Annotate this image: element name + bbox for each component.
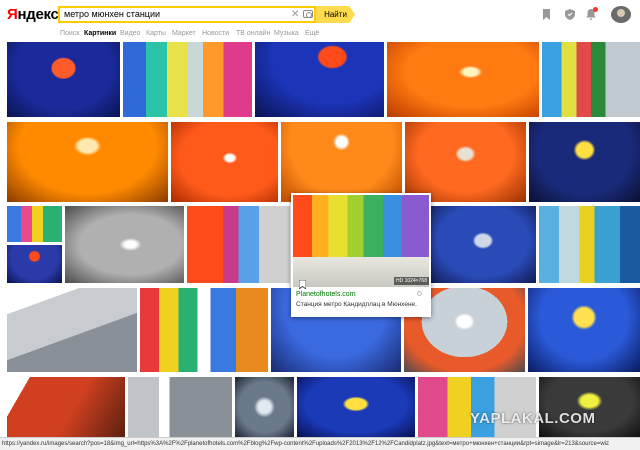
image-result[interactable] [297, 377, 415, 437]
image-result[interactable] [539, 206, 640, 283]
image-result[interactable] [387, 42, 539, 117]
clear-icon[interactable]: ✕ [291, 8, 299, 21]
tab-maps[interactable]: Карты [146, 29, 166, 39]
image-result[interactable] [7, 377, 125, 437]
status-url: https://yandex.ru/images/search?pos=18&i… [2, 441, 609, 447]
preview-image[interactable] [293, 195, 429, 287]
camera-search-icon[interactable] [303, 10, 313, 18]
search-button[interactable]: Найти [316, 6, 355, 23]
image-result[interactable] [7, 42, 120, 117]
image-result[interactable] [128, 377, 232, 437]
image-result[interactable] [529, 122, 640, 202]
shield-icon[interactable] [565, 9, 575, 20]
image-result[interactable] [255, 42, 384, 117]
image-result[interactable] [187, 206, 290, 283]
image-result[interactable] [430, 206, 536, 283]
image-result[interactable] [418, 377, 536, 437]
notification-dot [593, 7, 598, 12]
image-result[interactable] [281, 122, 402, 202]
yandex-logo[interactable]: Яндекс [7, 6, 59, 23]
image-result[interactable] [171, 122, 278, 202]
preview-bookmark-icon[interactable] [298, 276, 307, 290]
image-result[interactable] [7, 206, 62, 242]
preview-caption: Станция метро Кандидплац в Мюнхене. [296, 301, 417, 308]
tab-video[interactable]: Видео [120, 29, 140, 39]
watermark-logo: YAPLAKAL.COM [470, 410, 596, 427]
tab-music[interactable]: Музыка [274, 29, 299, 39]
yandex-images-page: Яндекс ✕ Найти Поиск Картинки Видео Карт… [0, 0, 640, 450]
tab-images[interactable]: Картинки [84, 29, 116, 39]
more-icon[interactable] [417, 291, 422, 296]
image-result[interactable] [7, 245, 62, 283]
image-result[interactable] [405, 122, 526, 202]
image-result[interactable] [539, 377, 640, 437]
preview-source-link[interactable]: Planetofhotels.com [296, 290, 356, 299]
tab-tv-online[interactable]: ТВ онлайн [236, 29, 270, 39]
image-result[interactable] [235, 377, 294, 437]
image-result[interactable] [123, 42, 252, 117]
bookmark-icon[interactable] [542, 9, 552, 20]
image-preview-card[interactable]: HD 1024×768 Planetofhotels.com Станция м… [291, 193, 431, 317]
tab-search[interactable]: Поиск [60, 29, 79, 39]
search-input[interactable] [64, 8, 284, 21]
image-result[interactable] [65, 206, 184, 283]
image-result[interactable] [7, 122, 168, 202]
search-box: ✕ [58, 6, 316, 23]
avatar[interactable] [611, 6, 631, 23]
image-result[interactable] [7, 288, 137, 372]
browser-status-bar: https://yandex.ru/images/search?pos=18&i… [0, 437, 640, 450]
tab-news[interactable]: Новости [202, 29, 229, 39]
image-result[interactable] [528, 288, 640, 372]
image-result[interactable] [140, 288, 268, 372]
image-size-badge: HD 1024×768 [394, 277, 429, 285]
tab-more[interactable]: Ещё [305, 29, 319, 39]
logo-rest: ндекс [17, 6, 59, 23]
tab-market[interactable]: Маркет [172, 29, 196, 39]
logo-first-letter: Я [7, 6, 18, 23]
image-result[interactable] [542, 42, 640, 117]
